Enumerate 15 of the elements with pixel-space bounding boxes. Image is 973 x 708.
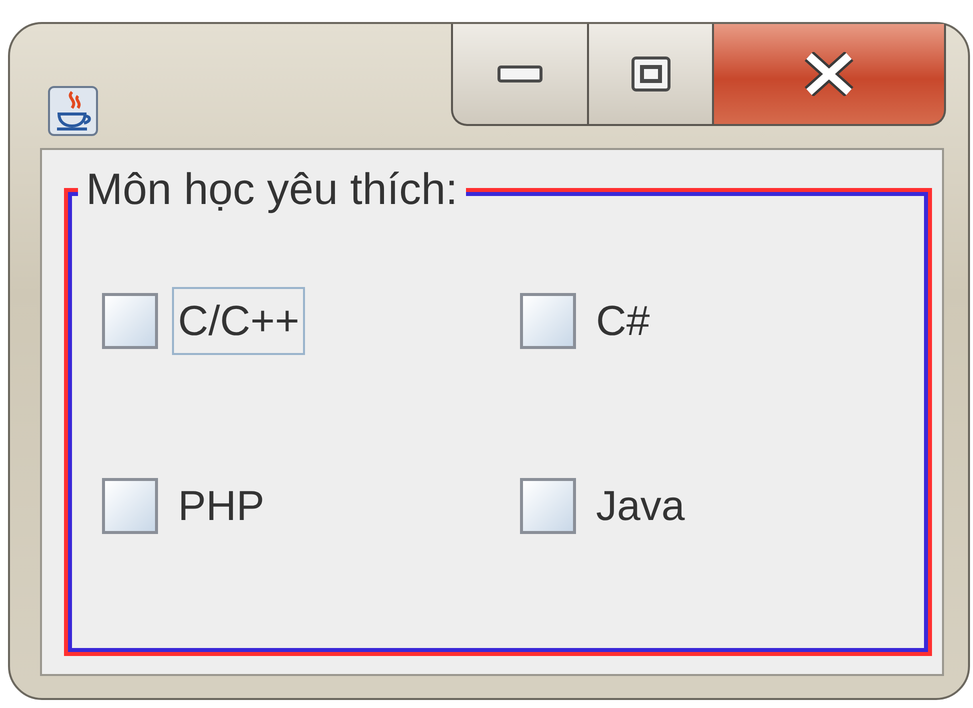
checkbox[interactable] bbox=[102, 293, 158, 349]
maximize-button[interactable] bbox=[589, 24, 714, 126]
minimize-button[interactable] bbox=[451, 24, 589, 126]
checkbox[interactable] bbox=[520, 293, 576, 349]
checkbox-option[interactable]: Java bbox=[520, 467, 908, 545]
checkbox[interactable] bbox=[102, 478, 158, 534]
close-icon bbox=[803, 52, 855, 96]
minimize-icon bbox=[497, 65, 543, 83]
checkbox-option[interactable]: PHP bbox=[102, 467, 520, 545]
maximize-icon bbox=[630, 56, 670, 92]
checkbox[interactable] bbox=[520, 478, 576, 534]
checkbox-option[interactable]: C# bbox=[520, 282, 908, 360]
coffee-cup-icon bbox=[48, 86, 98, 136]
checkbox-option[interactable]: C/C++ bbox=[102, 282, 520, 360]
close-button[interactable] bbox=[714, 24, 946, 126]
